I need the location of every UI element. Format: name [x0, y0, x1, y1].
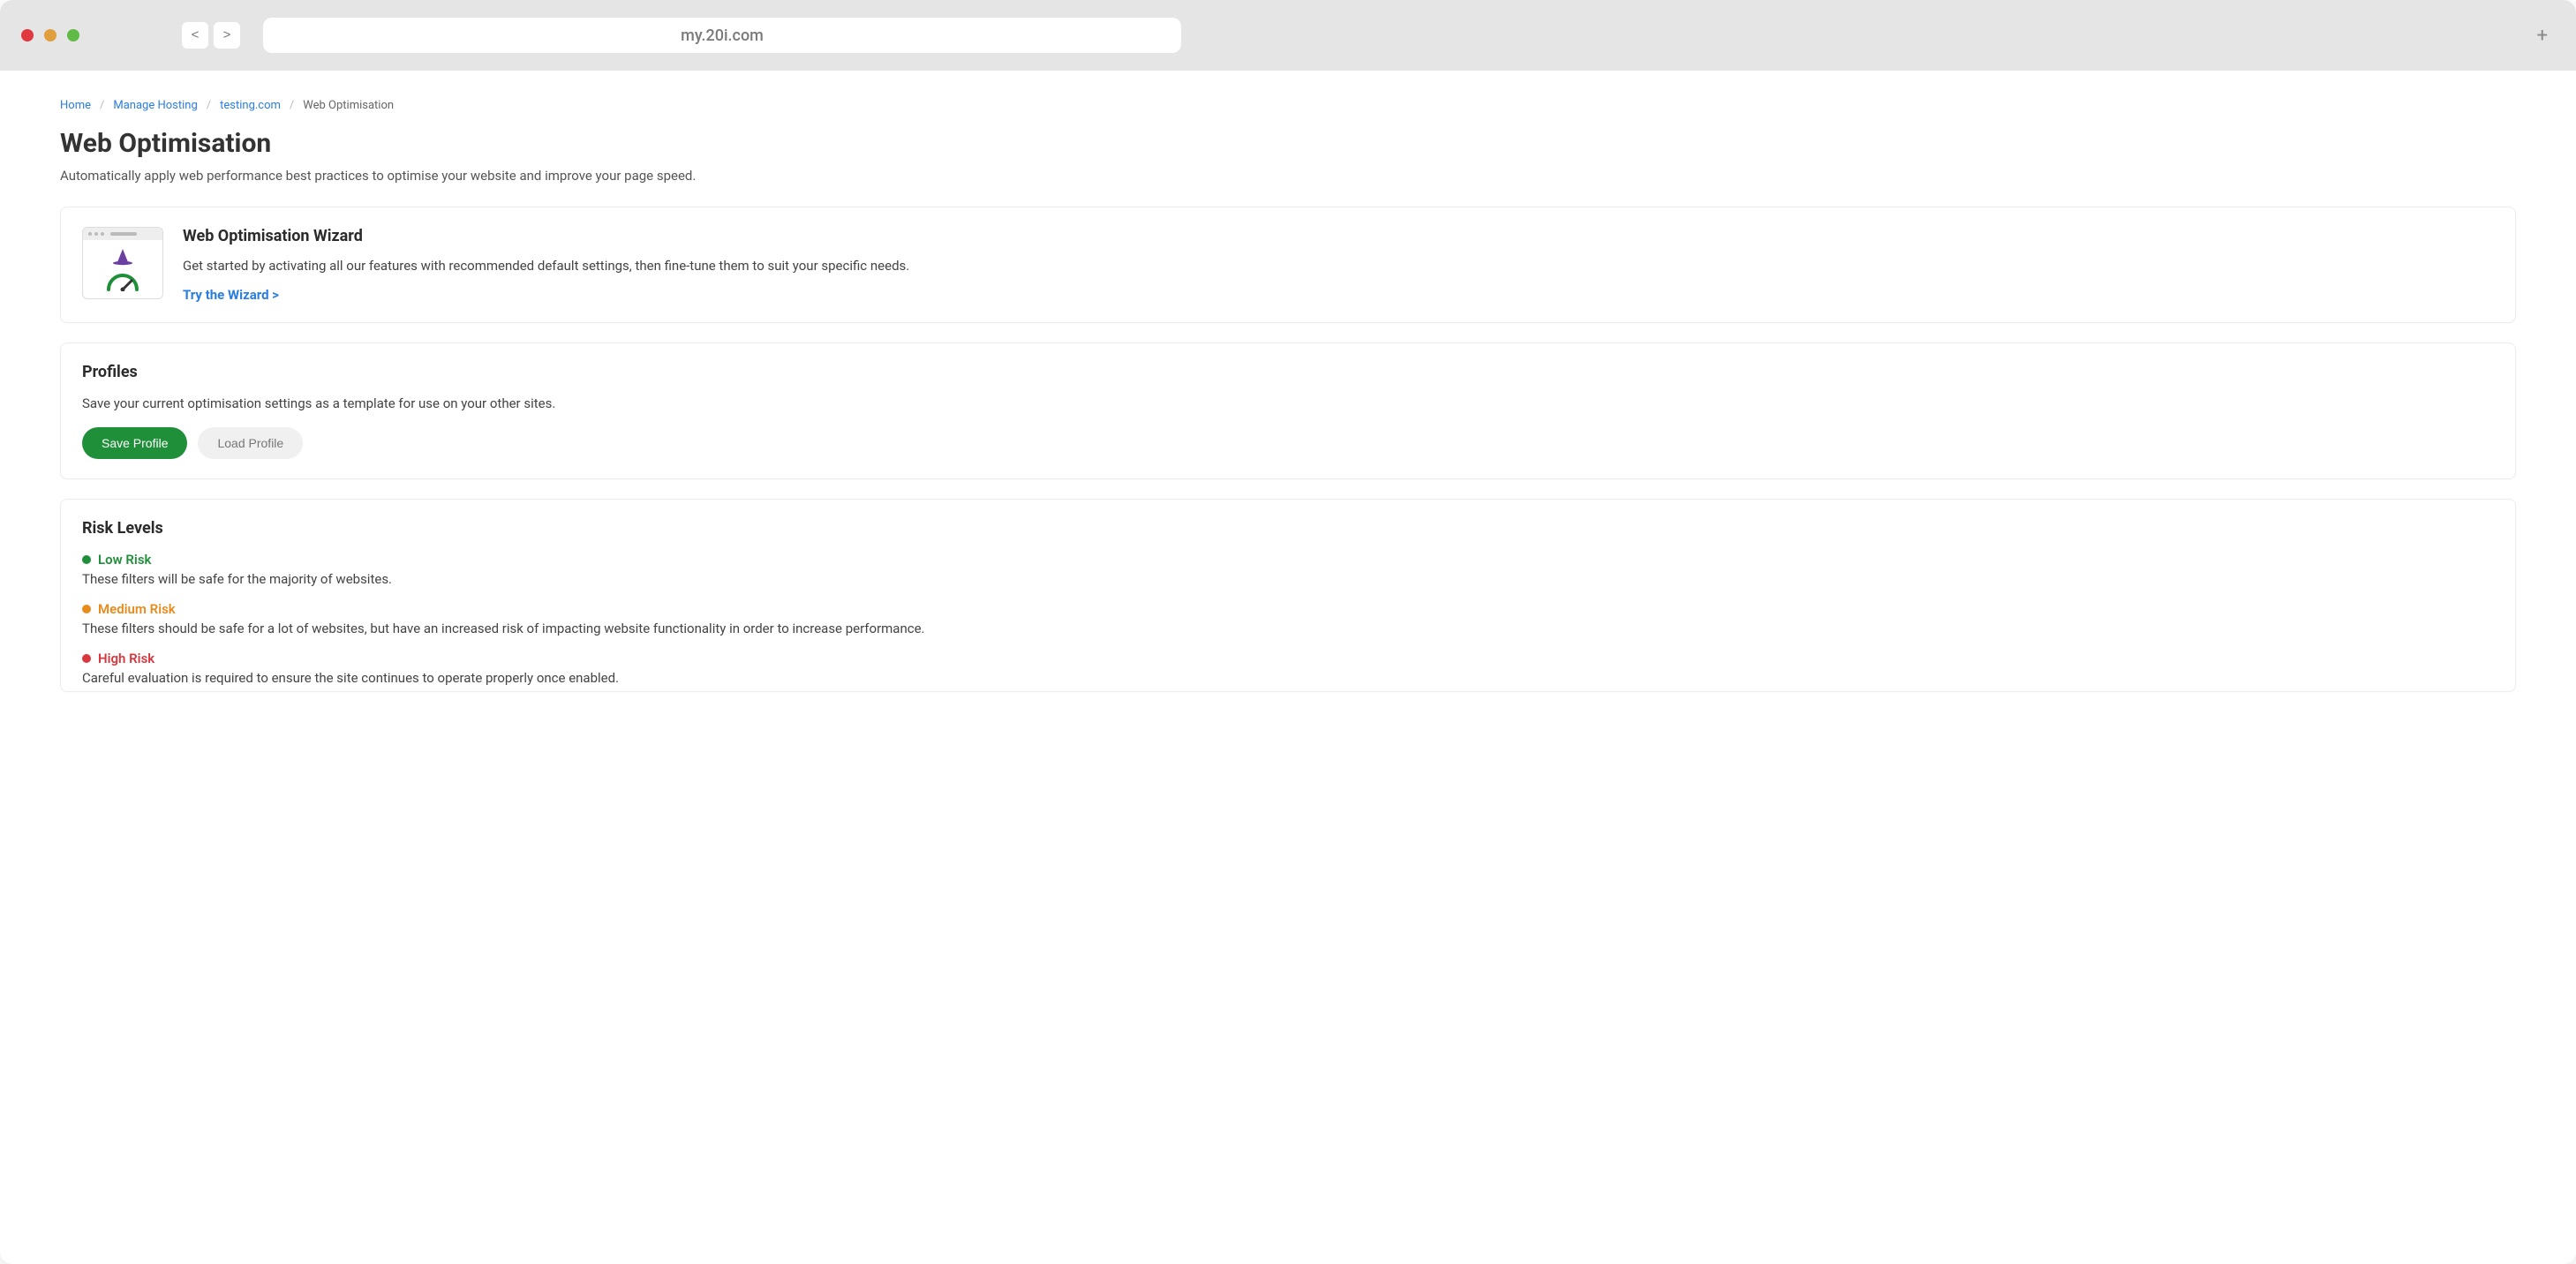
- risk-dot-icon: [82, 555, 91, 564]
- breadcrumb: Home / Manage Hosting / testing.com / We…: [60, 99, 2516, 112]
- page-body: Home / Manage Hosting / testing.com / We…: [0, 71, 2576, 1264]
- profiles-description: Save your current optimisation settings …: [82, 395, 2494, 411]
- save-profile-button[interactable]: Save Profile: [82, 427, 187, 459]
- risk-name: Medium Risk: [98, 601, 176, 617]
- browser-chrome: < > my.20i.com +: [0, 0, 2576, 71]
- risk-name: High Risk: [98, 651, 154, 666]
- risk-dot-icon: [82, 654, 91, 663]
- forward-button[interactable]: >: [214, 22, 240, 49]
- risk-level-high: High Risk Careful evaluation is required…: [82, 651, 2494, 686]
- window-minimize-icon[interactable]: [44, 29, 56, 41]
- wizard-card: Web Optimisation Wizard Get started by a…: [60, 207, 2516, 323]
- gauge-icon: [105, 274, 140, 295]
- breadcrumb-link-manage-hosting[interactable]: Manage Hosting: [113, 99, 197, 112]
- risk-dot-icon: [82, 605, 91, 613]
- risk-level-medium: Medium Risk These filters should be safe…: [82, 601, 2494, 636]
- breadcrumb-link-home[interactable]: Home: [60, 99, 91, 112]
- wizard-title: Web Optimisation Wizard: [183, 227, 2494, 245]
- wizard-description: Get started by activating all our featur…: [183, 258, 2494, 274]
- url-text: my.20i.com: [681, 26, 764, 45]
- breadcrumb-separator: /: [100, 99, 104, 112]
- page-subtitle: Automatically apply web performance best…: [60, 168, 2516, 184]
- load-profile-button[interactable]: Load Profile: [198, 427, 303, 459]
- url-bar[interactable]: my.20i.com: [263, 18, 1181, 53]
- profiles-card: Profiles Save your current optimisation …: [60, 342, 2516, 479]
- try-wizard-link[interactable]: Try the Wizard >: [183, 287, 279, 303]
- new-tab-button[interactable]: +: [2530, 21, 2555, 50]
- profiles-heading: Profiles: [82, 363, 2494, 381]
- nav-buttons: < >: [182, 22, 240, 49]
- window-zoom-icon[interactable]: [67, 29, 79, 41]
- breadcrumb-separator: /: [290, 99, 294, 112]
- risk-description: Careful evaluation is required to ensure…: [82, 670, 2494, 686]
- risk-level-low: Low Risk These filters will be safe for …: [82, 552, 2494, 587]
- back-button[interactable]: <: [182, 22, 208, 49]
- risk-description: These filters will be safe for the major…: [82, 571, 2494, 587]
- breadcrumb-separator: /: [207, 99, 211, 112]
- wizard-illustration: [82, 227, 163, 299]
- risk-levels-card: Risk Levels Low Risk These filters will …: [60, 499, 2516, 692]
- wizard-hat-icon: [111, 248, 134, 272]
- breadcrumb-link-domain[interactable]: testing.com: [220, 99, 281, 112]
- breadcrumb-current: Web Optimisation: [303, 99, 394, 112]
- window-close-icon[interactable]: [21, 29, 34, 41]
- risk-description: These filters should be safe for a lot o…: [82, 621, 2494, 636]
- risk-name: Low Risk: [98, 552, 151, 568]
- window-controls: [21, 29, 79, 41]
- page-title: Web Optimisation: [60, 128, 2516, 159]
- risk-levels-heading: Risk Levels: [82, 519, 2494, 538]
